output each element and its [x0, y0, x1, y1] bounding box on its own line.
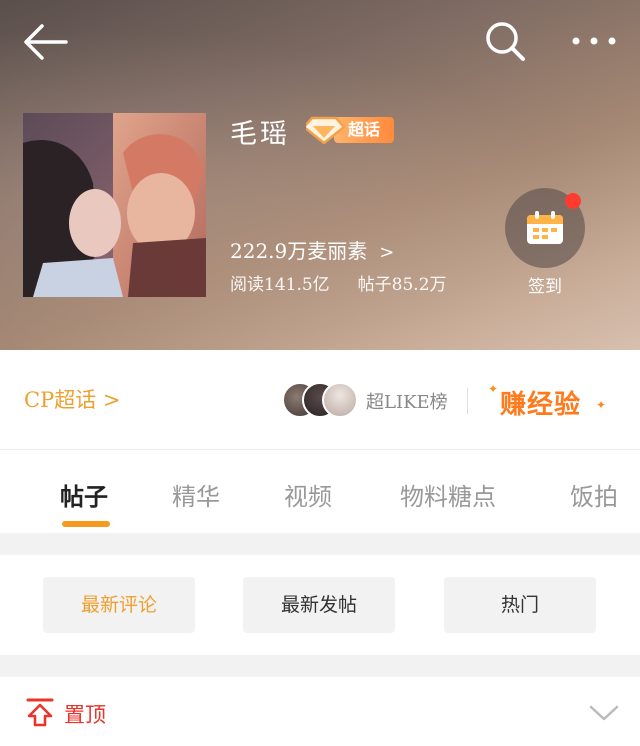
topic-header: 毛瑶 超话 222.9万麦丽素 > 阅读141.5亿 帖子85.2万 签到 — [0, 0, 640, 350]
earn-exp-label: 赚经验 — [500, 390, 582, 420]
cover-photo — [23, 113, 206, 297]
back-button[interactable] — [20, 20, 70, 64]
filter-latest-posts[interactable]: 最新发帖 — [243, 577, 395, 633]
search-button[interactable] — [482, 18, 528, 64]
search-icon — [486, 22, 525, 61]
tab-fan-photos[interactable]: 饭拍 — [570, 477, 618, 512]
back-arrow-icon — [24, 24, 68, 60]
fans-link[interactable]: 222.9万麦丽素 > — [230, 235, 394, 264]
active-tab-indicator — [62, 521, 110, 527]
filter-latest-comments[interactable]: 最新评论 — [43, 577, 195, 633]
signin-label: 签到 — [528, 277, 562, 297]
signin-button[interactable] — [505, 188, 585, 268]
more-button[interactable] — [568, 24, 620, 58]
pinned-section[interactable]: 置顶 — [0, 677, 640, 746]
chevron-right-icon: > — [102, 388, 121, 412]
tab-materials[interactable]: 物料糖点 — [400, 477, 496, 512]
topic-title: 毛瑶 — [230, 119, 290, 150]
topic-stats: 阅读141.5亿 帖子85.2万 — [230, 270, 447, 295]
content-tabs: 帖子 精华 视频 物料糖点 饭拍 — [0, 451, 640, 533]
tab-featured[interactable]: 精华 — [172, 477, 220, 512]
sort-filters: 最新评论 最新发帖 热门 — [0, 555, 640, 655]
divider — [467, 388, 468, 414]
section-separator — [0, 533, 640, 555]
section-separator — [0, 655, 640, 677]
topic-cover-image[interactable] — [23, 113, 206, 297]
superlike-ranking-link[interactable]: 超LIKE榜 — [366, 388, 448, 414]
filter-hot[interactable]: 热门 — [444, 577, 596, 633]
notification-dot — [565, 193, 581, 209]
super-topic-badge: 超话 — [306, 114, 394, 144]
calendar-icon — [527, 211, 563, 244]
chevron-down-icon[interactable] — [588, 703, 620, 723]
sparkle-icon: ✦ — [596, 398, 607, 412]
read-count: 阅读141.5亿 — [230, 275, 330, 295]
cp-link-label: CP超话 — [24, 388, 97, 412]
sparkle-icon: ✦ — [488, 382, 499, 396]
cp-row: CP超话 > 超LIKE榜 ✦ 赚经验 ✦ — [0, 350, 640, 450]
earn-exp-button[interactable]: ✦ 赚经验 ✦ — [486, 380, 610, 420]
pin-top-icon — [26, 698, 54, 727]
superlike-avatars[interactable] — [282, 382, 358, 420]
more-dots-icon — [572, 37, 616, 45]
tab-videos[interactable]: 视频 — [284, 477, 332, 512]
chevron-right-icon: > — [379, 242, 395, 263]
post-count: 帖子85.2万 — [357, 275, 447, 295]
diamond-icon — [306, 116, 346, 144]
tab-posts[interactable]: 帖子 — [60, 477, 108, 512]
fans-count: 222.9万麦丽素 — [230, 239, 368, 263]
avatar — [322, 382, 358, 418]
cp-super-topic-link[interactable]: CP超话 > — [24, 384, 121, 414]
pinned-label: 置顶 — [64, 703, 106, 727]
